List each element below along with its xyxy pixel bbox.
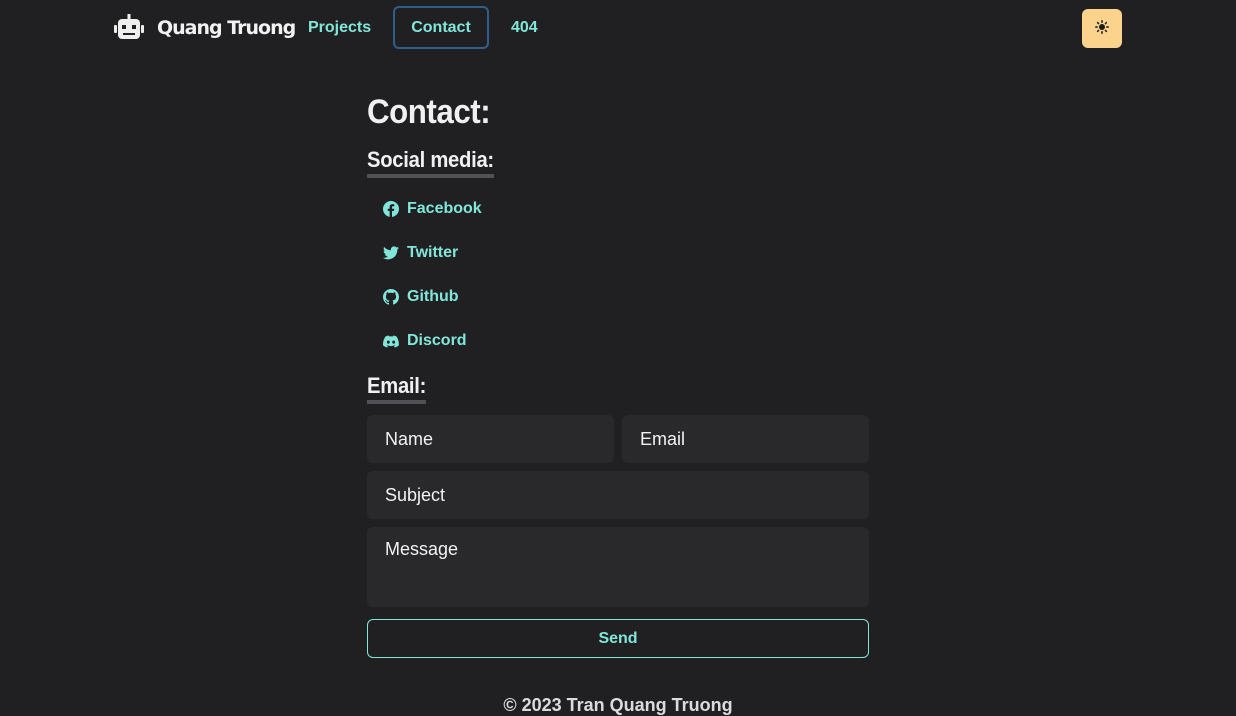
github-link[interactable]: Github <box>383 285 459 309</box>
discord-link[interactable]: Discord <box>383 329 467 353</box>
nav-link-404[interactable]: 404 <box>511 6 538 49</box>
email-input[interactable] <box>622 415 869 463</box>
brand-logo-link[interactable]: Quang Truong <box>113 13 296 43</box>
email-heading: Email: <box>367 373 426 404</box>
brand-name: Quang Truong <box>157 17 296 39</box>
navbar: Quang Truong Projects Contact 404 <box>0 0 1236 56</box>
form-row <box>367 471 869 519</box>
nav-link-projects[interactable]: Projects <box>308 6 371 49</box>
theme-toggle-button[interactable] <box>1082 9 1122 48</box>
footer-copyright: © 2023 Tran Quang Truong <box>503 695 733 715</box>
social-link-label: Facebook <box>407 200 482 217</box>
nav-link-contact[interactable]: Contact <box>393 6 489 49</box>
github-icon <box>383 289 399 305</box>
discord-icon <box>383 335 399 348</box>
subject-input[interactable] <box>367 471 869 519</box>
form-row <box>367 415 869 463</box>
list-item: Discord <box>383 329 869 373</box>
social-media-heading: Social media: <box>367 147 494 178</box>
list-item: Twitter <box>383 241 869 285</box>
facebook-link[interactable]: Facebook <box>383 197 482 221</box>
social-link-label: Twitter <box>407 244 459 261</box>
contact-form: Send <box>367 415 869 658</box>
social-links-list: Facebook Twitter Github Discord <box>367 197 869 373</box>
send-button[interactable]: Send <box>367 619 869 658</box>
twitter-link[interactable]: Twitter <box>383 241 458 265</box>
contact-section: Contact: Social media: Facebook Twitter … <box>367 90 869 658</box>
sun-icon <box>1095 20 1109 37</box>
social-link-label: Discord <box>407 332 467 349</box>
facebook-icon <box>383 201 399 217</box>
page-title: Contact: <box>367 93 491 131</box>
name-input[interactable] <box>367 415 614 463</box>
twitter-icon <box>383 246 399 260</box>
message-textarea[interactable] <box>367 527 869 607</box>
social-link-label: Github <box>407 288 459 305</box>
robot-icon <box>113 14 145 42</box>
list-item: Facebook <box>383 197 869 241</box>
list-item: Github <box>383 285 869 329</box>
